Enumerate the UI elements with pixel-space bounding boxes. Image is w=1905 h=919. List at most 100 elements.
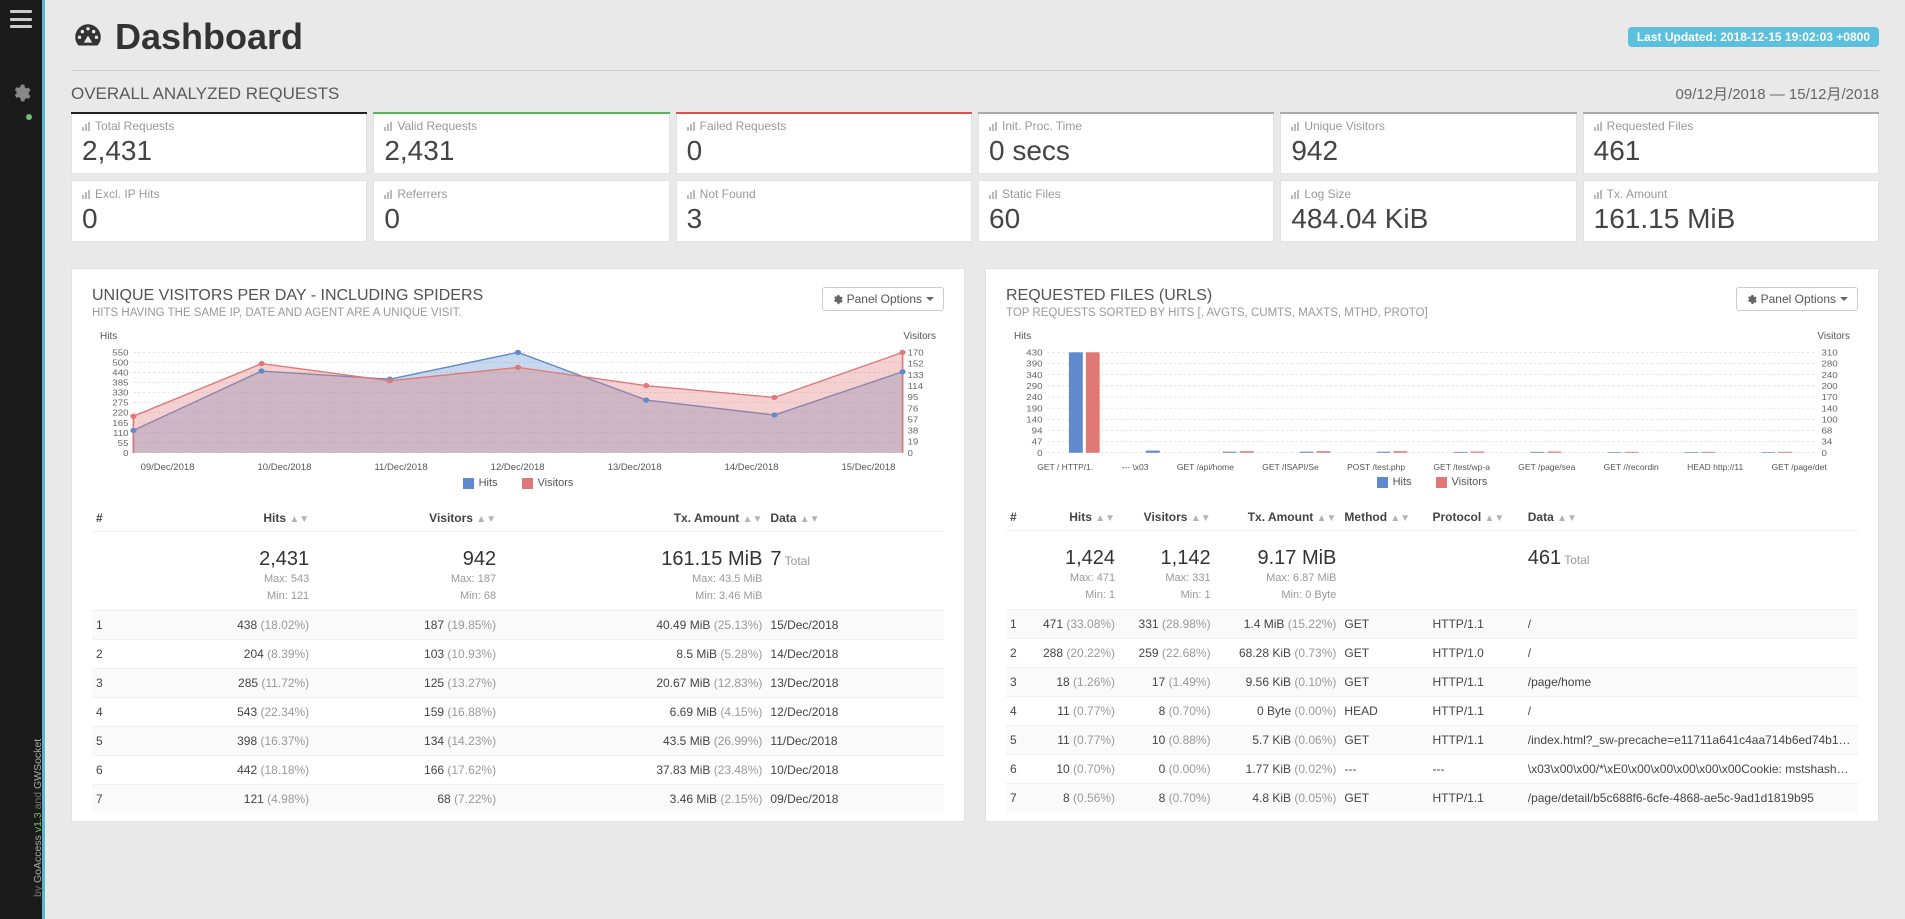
- column-header[interactable]: Tx. Amount ▲▼: [500, 505, 766, 532]
- svg-text:200: 200: [1821, 382, 1837, 391]
- svg-text:0: 0: [1821, 448, 1826, 457]
- svg-text:110: 110: [113, 428, 129, 437]
- svg-text:57: 57: [907, 415, 918, 424]
- stat-card: Requested Files 461: [1583, 112, 1879, 174]
- bar-chart-icon: [687, 190, 696, 199]
- stat-card: Static Files 60: [978, 180, 1274, 242]
- svg-text:76: 76: [907, 404, 918, 413]
- table-row[interactable]: 7 8 (0.56%) 8 (0.70%) 4.8 KiB (0.05%) GE…: [1006, 784, 1858, 813]
- visitors-chart: 0551101652202753303854405005500193857769…: [92, 344, 944, 459]
- bar-chart-icon: [1594, 122, 1603, 131]
- chevron-down-icon: [926, 297, 934, 305]
- credits: by GoAccess v1.3 and GWSocket: [32, 739, 44, 897]
- requests-table: # Hits ▲▼Visitors ▲▼Tx. Amount ▲▼Method …: [1006, 504, 1858, 812]
- svg-text:170: 170: [1821, 393, 1837, 402]
- table-row[interactable]: 5 11 (0.77%) 10 (0.88%) 5.7 KiB (0.06%) …: [1006, 726, 1858, 755]
- websocket-status-dot: [26, 114, 32, 120]
- column-header[interactable]: Data ▲▼: [1524, 504, 1858, 531]
- table-row[interactable]: 6 10 (0.70%) 0 (0.00%) 1.77 KiB (0.02%) …: [1006, 755, 1858, 784]
- svg-text:95: 95: [907, 393, 918, 402]
- panel-options-button[interactable]: Panel Options: [1736, 287, 1858, 311]
- last-updated-badge: Last Updated: 2018-12-15 19:02:03 +0800: [1628, 27, 1879, 47]
- credit-gwsocket-link[interactable]: GWSocket: [32, 739, 44, 789]
- side-rail: by GoAccess v1.3 and GWSocket: [0, 0, 45, 919]
- column-header[interactable]: #: [1006, 504, 1024, 531]
- svg-text:38: 38: [907, 426, 918, 435]
- table-row[interactable]: 2 288 (20.22%) 259 (22.68%) 68.28 KiB (0…: [1006, 639, 1858, 668]
- overview-heading: OVERALL ANALYZED REQUESTS: [71, 84, 339, 104]
- svg-text:240: 240: [1026, 393, 1042, 402]
- svg-text:0: 0: [1037, 448, 1042, 457]
- credit-goaccess-link[interactable]: GoAccess: [32, 835, 44, 883]
- table-row[interactable]: 4 11 (0.77%) 8 (0.70%) 0 Byte (0.00%) HE…: [1006, 697, 1858, 726]
- svg-text:170: 170: [907, 348, 923, 357]
- table-row[interactable]: 7 121 (4.98%) 68 (7.22%) 3.46 MiB (2.15%…: [92, 785, 944, 814]
- svg-text:430: 430: [1026, 348, 1042, 357]
- svg-text:19: 19: [907, 437, 918, 446]
- column-header[interactable]: Hits ▲▼: [1024, 504, 1120, 531]
- stat-card: Valid Requests 2,431: [373, 112, 669, 174]
- svg-text:440: 440: [112, 368, 128, 377]
- stat-card: Referrers 0: [373, 180, 669, 242]
- column-header[interactable]: #: [92, 505, 126, 532]
- gear-icon: [832, 294, 843, 305]
- requests-panel: REQUESTED FILES (URLS) TOP REQUESTS SORT…: [985, 268, 1879, 822]
- svg-text:133: 133: [907, 370, 923, 379]
- table-row[interactable]: 4 543 (22.34%) 159 (16.88%) 6.69 MiB (4.…: [92, 698, 944, 727]
- stat-card: Failed Requests 0: [676, 112, 972, 174]
- settings-button[interactable]: [11, 83, 31, 106]
- requests-panel-title: REQUESTED FILES (URLS): [1006, 287, 1428, 305]
- svg-text:47: 47: [1032, 437, 1043, 446]
- svg-text:152: 152: [907, 359, 923, 368]
- summary-row: 2,431Max: 543Min: 121 942Max: 187Min: 68…: [92, 532, 944, 611]
- bar-chart-icon: [687, 122, 696, 131]
- svg-text:340: 340: [1026, 370, 1042, 379]
- table-row[interactable]: 3 18 (1.26%) 17 (1.49%) 9.56 KiB (0.10%)…: [1006, 668, 1858, 697]
- svg-text:100: 100: [1821, 415, 1837, 424]
- bar-chart-icon: [989, 190, 998, 199]
- bar-chart-icon: [989, 122, 998, 131]
- table-row[interactable]: 1 438 (18.02%) 187 (19.85%) 40.49 MiB (2…: [92, 611, 944, 640]
- svg-text:240: 240: [1821, 370, 1837, 379]
- svg-text:0: 0: [907, 448, 912, 457]
- requests-panel-subtitle: TOP REQUESTS SORTED BY HITS [, AVGTS, CU…: [1006, 307, 1428, 319]
- date-range: 09/12月/2018 — 15/12月/2018: [1676, 83, 1879, 104]
- column-header[interactable]: Protocol ▲▼: [1428, 504, 1523, 531]
- svg-text:290: 290: [1026, 382, 1042, 391]
- column-header[interactable]: Visitors ▲▼: [1119, 504, 1215, 531]
- visitors-panel: UNIQUE VISITORS PER DAY - INCLUDING SPID…: [71, 268, 965, 822]
- stat-card: Init. Proc. Time 0 secs: [978, 112, 1274, 174]
- column-header[interactable]: Tx. Amount ▲▼: [1215, 504, 1341, 531]
- svg-text:385: 385: [112, 378, 128, 387]
- bar-chart-icon: [82, 190, 91, 199]
- table-row[interactable]: 3 285 (11.72%) 125 (13.27%) 20.67 MiB (1…: [92, 669, 944, 698]
- table-row[interactable]: 2 204 (8.39%) 103 (10.93%) 8.5 MiB (5.28…: [92, 640, 944, 669]
- column-header[interactable]: Visitors ▲▼: [313, 505, 500, 532]
- column-header[interactable]: Data ▲▼: [766, 505, 944, 532]
- panel-options-button[interactable]: Panel Options: [822, 287, 944, 311]
- bar-chart-icon: [384, 122, 393, 131]
- table-row[interactable]: 6 442 (18.18%) 166 (17.62%) 37.83 MiB (2…: [92, 756, 944, 785]
- svg-text:390: 390: [1026, 359, 1042, 368]
- svg-text:275: 275: [112, 398, 128, 407]
- svg-text:55: 55: [118, 438, 129, 447]
- svg-text:330: 330: [112, 388, 128, 397]
- bar-chart-icon: [1291, 190, 1300, 199]
- visitors-panel-title: UNIQUE VISITORS PER DAY - INCLUDING SPID…: [92, 287, 483, 305]
- svg-text:500: 500: [112, 358, 128, 367]
- table-row[interactable]: 1 471 (33.08%) 331 (28.98%) 1.4 MiB (15.…: [1006, 610, 1858, 639]
- svg-text:190: 190: [1026, 404, 1042, 413]
- bar-chart-icon: [82, 122, 91, 131]
- bar-chart-icon: [384, 190, 393, 199]
- svg-text:220: 220: [112, 408, 128, 417]
- bar-chart-icon: [1594, 190, 1603, 199]
- table-row[interactable]: 5 398 (16.37%) 134 (14.23%) 43.5 MiB (26…: [92, 727, 944, 756]
- svg-text:34: 34: [1821, 437, 1832, 446]
- svg-text:140: 140: [1026, 415, 1042, 424]
- stat-card: Not Found 3: [676, 180, 972, 242]
- page-title: Dashboard: [71, 16, 303, 58]
- menu-toggle[interactable]: [10, 10, 32, 28]
- column-header[interactable]: Hits ▲▼: [126, 505, 313, 532]
- svg-text:310: 310: [1821, 348, 1837, 357]
- column-header[interactable]: Method ▲▼: [1340, 504, 1428, 531]
